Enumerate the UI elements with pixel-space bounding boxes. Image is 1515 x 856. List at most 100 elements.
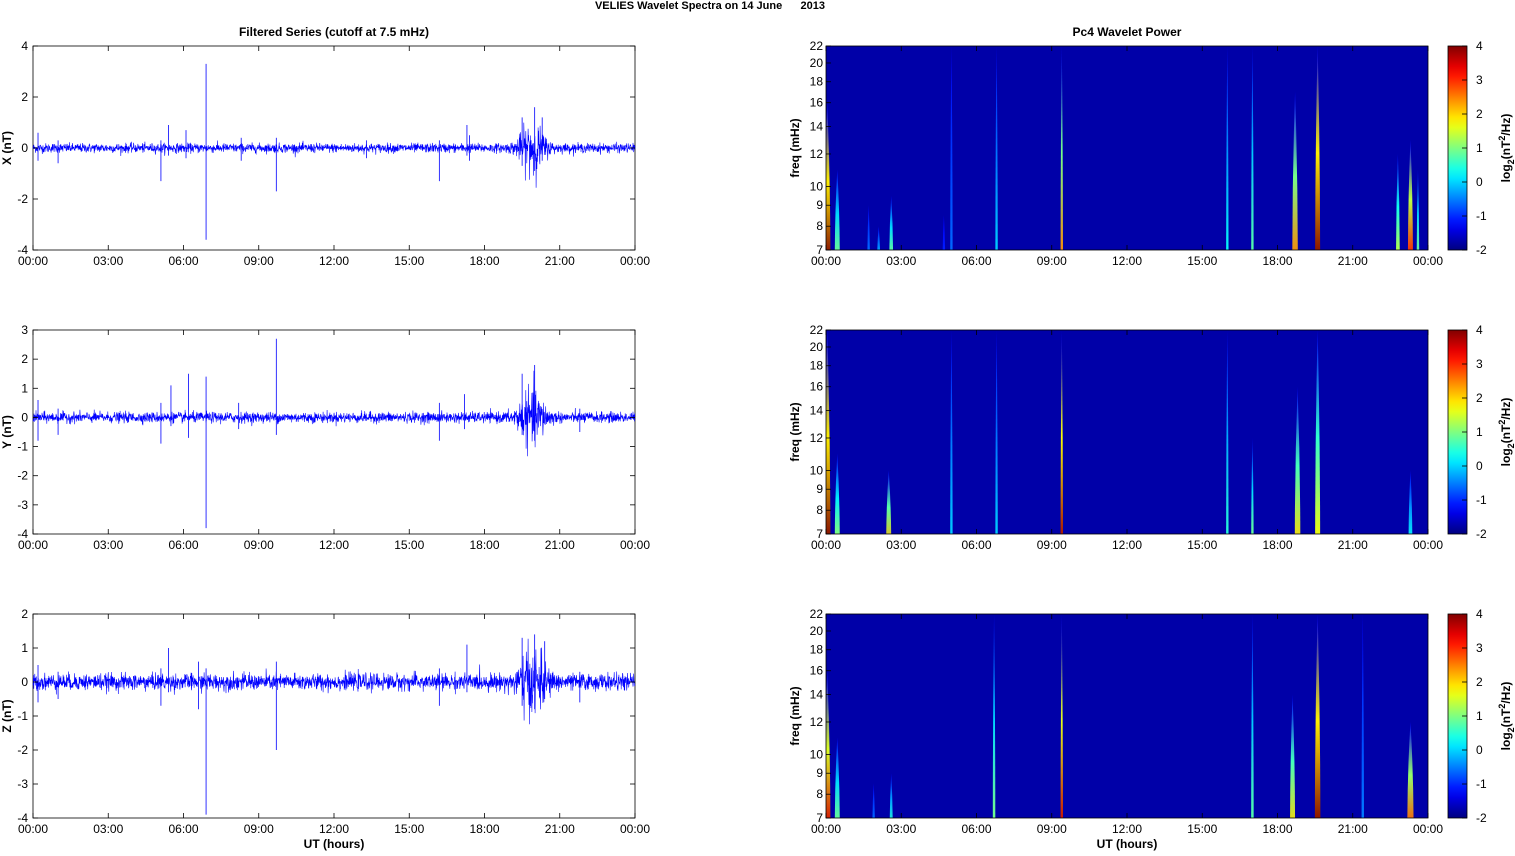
colorbar-tick-label: 4 <box>1476 323 1483 337</box>
y-tick-label: 12 <box>810 715 824 729</box>
colorbar-tick-label: 1 <box>1476 141 1483 155</box>
colorbar-tick-label: 3 <box>1476 73 1483 87</box>
y-tick-label: 18 <box>810 643 824 657</box>
colorbar-label-base: log <box>1499 732 1513 750</box>
heatmap-background <box>826 46 1428 250</box>
y-tick-label: 2 <box>21 90 28 104</box>
colorbar-label-open: (nT <box>1499 140 1513 159</box>
x-tick-label: 09:00 <box>1037 254 1067 268</box>
colorbar-tick-label: 4 <box>1476 39 1483 53</box>
y-axis-label: freq (mHz) <box>788 402 802 461</box>
x-tick-label: 09:00 <box>1037 822 1067 836</box>
x-tick-label: 12:00 <box>1112 822 1142 836</box>
x-tick-label: 18:00 <box>1262 538 1292 552</box>
y-tick-label: 10 <box>810 179 824 193</box>
x-tick-label: 00:00 <box>620 822 650 836</box>
y-tick-label: 16 <box>810 664 824 678</box>
y-tick-label: 12 <box>810 431 824 445</box>
y-tick-label: 1 <box>21 381 28 395</box>
heatmap-background <box>826 330 1428 534</box>
y-tick-label: 20 <box>810 56 824 70</box>
colorbar-label: log2(nT2/Hz) <box>1497 682 1515 751</box>
colorbar-tick-label: 1 <box>1476 425 1483 439</box>
x-tick-label: 06:00 <box>961 538 991 552</box>
x-tick-label: 00:00 <box>811 822 841 836</box>
y-tick-label: 2 <box>21 607 28 621</box>
x-tick-label: 09:00 <box>244 538 274 552</box>
x-tick-label: 15:00 <box>394 822 424 836</box>
wavelet-panel-1: 7891012141618202200:00 03:00 06:00 09:00 12:… <box>788 25 1515 268</box>
time-series-panel-1: 420-2-400:00 03:00 06:00 09:00 12:00 15:00 18:… <box>0 25 650 268</box>
panel-title: Filtered Series (cutoff at 7.5 mHz) <box>239 25 429 39</box>
colorbar-label-close: /Hz) <box>1499 398 1513 420</box>
y-tick-label: 8 <box>816 219 823 233</box>
y-tick-label: 9 <box>816 482 823 496</box>
x-tick-label: 00:00 <box>620 254 650 268</box>
x-tick-label: 00:00 <box>18 538 48 552</box>
x-tick-label: 06:00 <box>961 254 991 268</box>
colorbar-tick-label: -1 <box>1476 777 1487 791</box>
y-tick-label: 18 <box>810 75 824 89</box>
colorbar-tick-label: 4 <box>1476 607 1483 621</box>
x-tick-label: 15:00 <box>1187 538 1217 552</box>
x-tick-label: 18:00 <box>469 254 499 268</box>
y-tick-label: 14 <box>810 120 824 134</box>
time-series-panel-2: 3210-1-2-3-400:00 03:00 06:00 09:00 12:00 15:… <box>0 323 650 552</box>
x-tick-label: 21:00 <box>545 538 575 552</box>
colorbar: 4 3 2 1 0 -1 -2 log2(nT2/Hz) <box>1447 607 1515 825</box>
plot-area <box>32 329 636 535</box>
y-tick-label: 10 <box>810 463 824 477</box>
x-tick-label: 12:00 <box>1112 254 1142 268</box>
colorbar-tick-label: 3 <box>1476 357 1483 371</box>
colorbar-tick-label: -2 <box>1476 527 1487 541</box>
colorbar-tick-label: 2 <box>1476 391 1483 405</box>
colorbar-tick-label: 2 <box>1476 675 1483 689</box>
y-tick-label: 14 <box>810 688 824 702</box>
x-tick-label: 09:00 <box>244 822 274 836</box>
y-tick-label: 0 <box>21 675 28 689</box>
x-tick-label: 15:00 <box>1187 254 1217 268</box>
x-tick-label: 03:00 <box>93 538 123 552</box>
y-axis-label: Y (nT) <box>0 415 14 449</box>
y-tick-label: -1 <box>17 709 28 723</box>
y-tick-label: -2 <box>17 192 28 206</box>
colorbar-label-open: (nT <box>1499 708 1513 727</box>
colorbar-label-close: /Hz) <box>1499 114 1513 136</box>
colorbar-tick-label: 0 <box>1476 459 1483 473</box>
x-axis-label: UT (hours) <box>304 837 365 851</box>
x-tick-label: 12:00 <box>319 254 349 268</box>
colorbar-tick-label: -1 <box>1476 209 1487 223</box>
y-tick-label: 10 <box>810 747 824 761</box>
y-tick-label: 8 <box>816 503 823 517</box>
y-axis-label: X (nT) <box>0 131 14 165</box>
x-tick-label: 18:00 <box>469 538 499 552</box>
colorbar-label-base: log <box>1499 164 1513 182</box>
y-tick-label: -2 <box>17 743 28 757</box>
x-tick-label: 00:00 <box>1413 254 1443 268</box>
y-tick-label: 1 <box>21 641 28 655</box>
y-tick-label: 22 <box>810 39 824 53</box>
panel-title: Pc4 Wavelet Power <box>1073 25 1182 39</box>
colorbar-label-base: log <box>1499 448 1513 466</box>
colorbar-tick-label: -2 <box>1476 811 1487 825</box>
x-tick-label: 03:00 <box>93 254 123 268</box>
x-axis-label: UT (hours) <box>1097 837 1158 851</box>
x-tick-label: 12:00 <box>319 822 349 836</box>
colorbar-tick-label: -1 <box>1476 493 1487 507</box>
colorbar-tick-label: 3 <box>1476 641 1483 655</box>
x-tick-label: 00:00 <box>620 538 650 552</box>
y-tick-label: 20 <box>810 340 824 354</box>
x-tick-label: 18:00 <box>1262 254 1292 268</box>
y-tick-label: 16 <box>810 96 824 110</box>
x-tick-label: 21:00 <box>545 822 575 836</box>
y-axis-label: freq (mHz) <box>788 118 802 177</box>
y-axis-label: Z (nT) <box>0 699 14 732</box>
y-tick-label: 0 <box>21 410 28 424</box>
x-tick-label: 06:00 <box>168 822 198 836</box>
time-series-panel-3: 210-1-2-3-400:00 03:00 06:00 09:00 12:00 15:0… <box>0 607 650 851</box>
colorbar: 4 3 2 1 0 -1 -2 log2(nT2/Hz) <box>1447 323 1515 541</box>
figure: VELIES Wavelet Spectra on 14 June 2013 4… <box>0 0 1515 851</box>
x-tick-label: 03:00 <box>93 822 123 836</box>
x-tick-label: 00:00 <box>811 538 841 552</box>
y-tick-label: 18 <box>810 359 824 373</box>
